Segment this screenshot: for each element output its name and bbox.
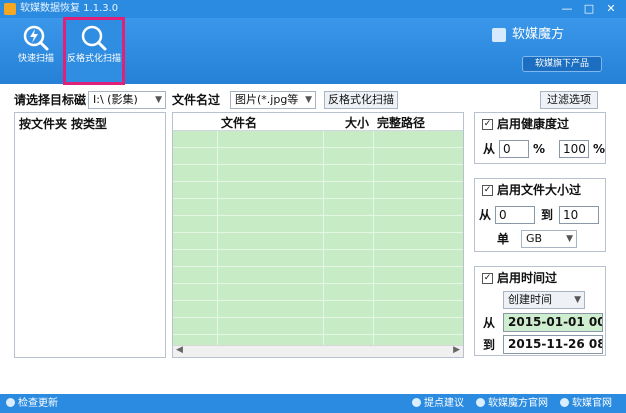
size-unit-value: GB	[526, 232, 543, 245]
tab-by-folder[interactable]: 按文件夹	[19, 117, 67, 131]
health-from-input[interactable]: 0	[499, 140, 529, 158]
file-grid[interactable]: 文件名 大小 完整路径 ◀ ▶	[172, 112, 464, 358]
quick-scan-button[interactable]: 快速扫描	[8, 20, 64, 82]
check-update-link[interactable]: 检查更新	[6, 394, 58, 413]
brand-products-button[interactable]: 软媒旗下产品	[522, 56, 602, 72]
target-disk-label: 请选择目标磁	[14, 93, 87, 107]
chevron-down-icon: ▼	[305, 95, 312, 105]
grid-header: 文件名 大小 完整路径	[173, 113, 463, 131]
tab-by-type[interactable]: 按类型	[71, 117, 107, 131]
lightning-search-icon	[23, 25, 49, 51]
minimize-button[interactable]: —	[556, 0, 578, 18]
update-icon	[6, 398, 15, 407]
chevron-down-icon: ▼	[574, 295, 581, 305]
close-button[interactable]: ✕	[600, 0, 622, 18]
column-filename[interactable]: 文件名	[221, 114, 257, 131]
unformat-scan-label: 反格式化扫描	[66, 54, 121, 64]
health-filter-checkbox[interactable]: ✓	[482, 119, 493, 130]
time-mode-value: 创建时间	[508, 293, 552, 306]
app-window: 软媒数据恢复 1.1.3.0 — □ ✕ 快速扫描 反格式化扫描 软媒魔方 软媒…	[0, 0, 626, 413]
feedback-link[interactable]: 提点建议	[412, 394, 464, 413]
unformat-scan-button[interactable]: 反格式化扫描	[63, 17, 125, 85]
grid-rows[interactable]	[173, 131, 463, 345]
size-to-label: 到	[541, 208, 554, 222]
folder-tree-panel[interactable]: 按文件夹 按类型	[14, 112, 166, 358]
size-filter-label: 启用文件大小过	[497, 183, 582, 197]
m-logo-icon	[560, 398, 569, 407]
chevron-down-icon: ▼	[566, 234, 573, 244]
health-from-label: 从	[483, 142, 496, 156]
brand-logo: 软媒魔方	[492, 26, 602, 44]
feedback-label: 提点建议	[424, 398, 464, 409]
horizontal-scrollbar[interactable]: ◀ ▶	[173, 345, 463, 357]
health-filter-group: ✓ 启用健康度过 从 0 % 100 %	[474, 112, 606, 164]
time-to-date[interactable]: 2015-11-26 08:	[503, 335, 603, 354]
site1-label: 软媒魔方官网	[488, 398, 548, 409]
time-mode-select[interactable]: 创建时间 ▼	[503, 291, 585, 309]
size-unit-select[interactable]: GB ▼	[521, 230, 577, 248]
window-title: 软媒数据恢复 1.1.3.0	[20, 3, 119, 14]
site2-label: 软媒官网	[572, 398, 612, 409]
time-filter-label: 启用时间过	[497, 271, 558, 285]
tree-tabs: 按文件夹 按类型	[19, 115, 111, 132]
filename-filter-label: 文件名过	[172, 93, 221, 107]
title-bar: 软媒数据恢复 1.1.3.0 — □ ✕	[0, 0, 626, 18]
feedback-icon	[412, 398, 421, 407]
time-filter-group: ✓ 启用时间过 创建时间 ▼ 从 2015-01-01 00: 到 2015-1…	[474, 266, 606, 356]
time-to-label: 到	[483, 338, 496, 352]
target-disk-select[interactable]: I:\ (影集) ▼	[88, 91, 166, 109]
app-icon	[4, 3, 16, 15]
column-size[interactable]: 大小	[345, 114, 369, 131]
scroll-right-icon[interactable]: ▶	[453, 345, 460, 355]
status-bar: 检查更新 提点建议 软媒魔方官网 软媒官网	[0, 394, 626, 413]
filename-filter-value: 图片(*.jpg等	[235, 93, 299, 106]
health-from-unit: %	[533, 142, 546, 156]
unformat-scan-start-button[interactable]: 反格式化扫描	[324, 91, 398, 109]
filter-options-button[interactable]: 过滤选项	[540, 91, 598, 109]
time-filter-checkbox[interactable]: ✓	[482, 273, 493, 284]
quick-scan-label: 快速扫描	[17, 54, 54, 64]
health-to-unit: %	[593, 142, 606, 156]
scroll-left-icon[interactable]: ◀	[176, 345, 183, 355]
site2-link[interactable]: 软媒官网	[560, 394, 612, 413]
maximize-button[interactable]: □	[578, 0, 600, 18]
size-from-label: 从	[479, 208, 492, 222]
site1-link[interactable]: 软媒魔方官网	[476, 394, 548, 413]
magnifier-icon	[81, 25, 107, 51]
check-update-label: 检查更新	[18, 398, 58, 409]
cube-icon	[476, 398, 485, 407]
target-disk-value: I:\ (影集)	[93, 93, 138, 106]
cube-logo-icon	[492, 28, 506, 42]
column-full-path[interactable]: 完整路径	[377, 114, 425, 131]
filename-filter-select[interactable]: 图片(*.jpg等 ▼	[230, 91, 316, 109]
health-to-input[interactable]: 100	[559, 140, 589, 158]
size-filter-group: ✓ 启用文件大小过 从 0 到 10 单 GB ▼	[474, 178, 606, 252]
health-filter-label: 启用健康度过	[497, 117, 570, 131]
brand-name: 软媒魔方	[512, 27, 565, 42]
size-unit-label: 单	[497, 232, 510, 246]
time-from-date[interactable]: 2015-01-01 00:	[503, 313, 603, 332]
toolbar: 快速扫描 反格式化扫描 软媒魔方 软媒旗下产品	[0, 17, 626, 85]
chevron-down-icon: ▼	[155, 95, 162, 105]
size-to-input[interactable]: 10	[559, 206, 599, 224]
size-filter-checkbox[interactable]: ✓	[482, 185, 493, 196]
size-from-input[interactable]: 0	[495, 206, 535, 224]
time-from-label: 从	[483, 316, 496, 330]
